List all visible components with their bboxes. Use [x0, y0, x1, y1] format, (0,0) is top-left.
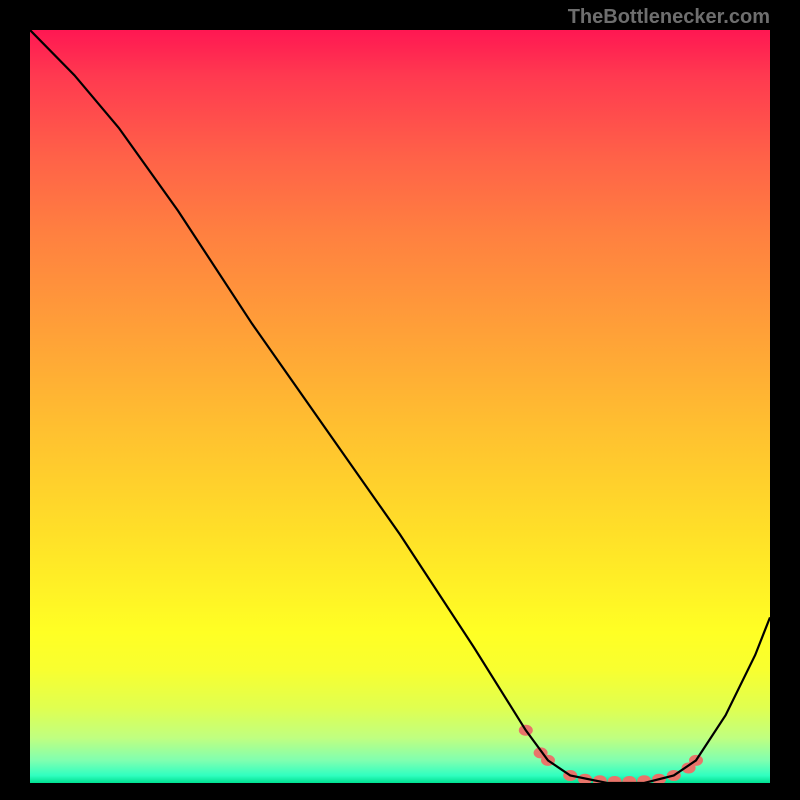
- bottleneck-curve: [30, 30, 770, 783]
- plot-area: [30, 30, 770, 783]
- chart-container: TheBottlenecker.com: [0, 0, 800, 800]
- attribution-text: TheBottlenecker.com: [568, 6, 770, 29]
- chart-svg: [30, 30, 770, 783]
